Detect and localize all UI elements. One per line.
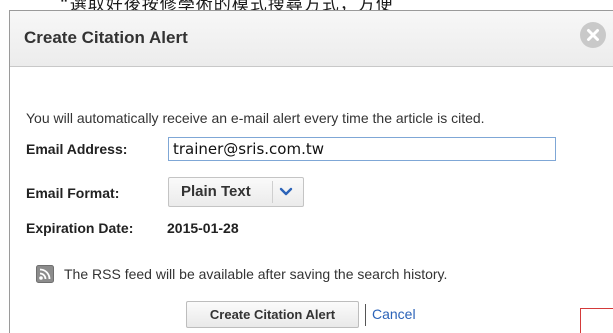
expiration-date-value: 2015-01-28 <box>167 220 239 236</box>
background-text: “選取好後按修學術的模式搜尋方式，方便 <box>60 0 394 10</box>
close-icon <box>587 29 599 41</box>
cancel-link[interactable]: Cancel <box>372 306 416 322</box>
dialog-header: Create Citation Alert <box>10 11 613 67</box>
background-page: “選取好後按修學術的模式搜尋方式，方便 <box>0 0 613 10</box>
expiration-date-label: Expiration Date: <box>26 220 134 236</box>
close-button[interactable] <box>580 22 606 48</box>
create-citation-alert-button[interactable]: Create Citation Alert <box>186 301 359 328</box>
info-text: You will automatically receive an e-mail… <box>26 110 485 126</box>
citation-alert-dialog: Create Citation Alert <box>9 10 613 333</box>
select-divider <box>272 181 273 203</box>
email-address-input[interactable] <box>168 137 556 161</box>
chevron-down-icon <box>279 187 293 196</box>
email-format-label: Email Format: <box>26 185 120 201</box>
rss-feed-icon <box>36 265 54 283</box>
email-format-select[interactable]: Plain Text <box>168 177 304 207</box>
annotation-box <box>580 308 613 333</box>
dialog-title: Create Citation Alert <box>24 28 188 47</box>
action-separator <box>365 304 366 326</box>
email-format-value: Plain Text <box>181 183 251 200</box>
email-address-label: Email Address: <box>26 141 128 157</box>
rss-feed-text: The RSS feed will be available after sav… <box>64 266 448 282</box>
